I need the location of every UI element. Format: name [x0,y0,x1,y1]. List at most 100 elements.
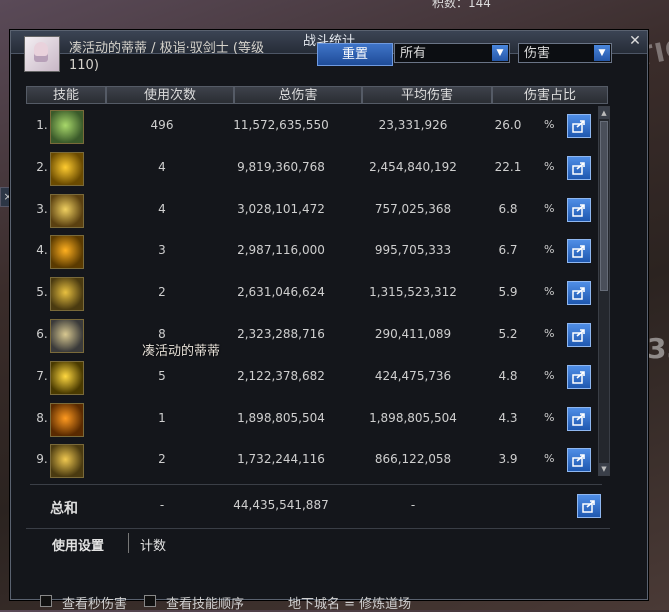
metric-dropdown-value: 伤害 [524,46,551,61]
combo-green-icon[interactable] [50,110,84,144]
reset-button[interactable]: 重置 [317,43,393,66]
row-share-button[interactable] [567,114,591,138]
row-index: 2. [36,159,48,174]
scroll-up-icon[interactable]: ▲ [599,107,609,119]
row-index: 3. [36,201,48,216]
table-row: 9. 2 1,732,244,116 866,122,058 3.9% [26,440,596,482]
row-total-damage: 1,898,805,504 [237,410,325,425]
filter-dropdown-value: 所有 [400,46,427,61]
row-damage-share: 26.0 [494,118,522,132]
row-average-damage: 995,705,333 [374,243,452,258]
row-total-damage: 11,572,635,550 [233,118,329,132]
row-share-button[interactable] [567,406,591,431]
row-share-button[interactable] [567,155,591,180]
row-share-button[interactable] [567,239,591,264]
wave-slash-icon[interactable] [50,444,84,479]
row-damage-share: 4.3 [498,410,518,425]
row-average-damage: 2,454,840,192 [369,159,457,174]
filter-dropdown[interactable]: 所有 ▼ [394,43,510,63]
column-header-share[interactable]: 伤害占比 [492,86,608,104]
bottom-tabs: 使用设置 计数 [26,528,610,557]
scroll-thumb[interactable] [600,121,608,291]
row-uses: 2 [158,285,166,300]
row-index: 4. [36,243,48,258]
percent-sign: % [544,201,555,215]
column-header-average[interactable]: 平均伤害 [362,86,492,104]
metric-dropdown[interactable]: 伤害 ▼ [518,43,612,63]
skill-order-checkbox-label: 查看技能顺序 [166,597,245,612]
row-damage-share: 5.9 [498,285,518,300]
table-row: 6. 8 2,323,288,716 290,411,089 5.2% [26,315,596,357]
row-total-damage: 2,122,378,682 [237,368,325,383]
row-average-damage: 1,898,805,504 [369,410,457,425]
row-total-damage: 3,028,101,472 [237,201,325,216]
row-uses: 496 [150,118,174,132]
table-row: 2. 4 9,819,360,768 2,454,840,192 22.1% [26,148,596,190]
share-icon [572,412,585,426]
totals-label: 总和 [50,501,78,517]
skill-order-checkbox[interactable] [144,595,156,607]
row-index: 5. [36,285,48,300]
row-damage-share: 3.9 [498,452,518,467]
row-index: 7. [36,368,48,383]
row-average-damage: 866,122,058 [374,452,452,467]
row-index: 1. [36,118,48,132]
table-divider [30,484,602,485]
skill-table-body: 凑活动的蒂蒂 1. 496 11,572,635,550 23,331,926 26.0… [26,106,596,479]
row-total-damage: 2,323,288,716 [237,327,325,341]
burst-yellow-icon[interactable] [50,151,84,186]
column-header-skill[interactable]: 技能 [26,86,106,104]
row-uses: 4 [158,201,166,216]
percent-sign: % [544,452,555,466]
row-share-button[interactable] [567,197,591,222]
column-header-uses[interactable]: 使用次数 [106,86,234,104]
percent-sign: % [544,410,555,424]
percent-sign: % [544,285,555,299]
footer-bar: 查看秒伤害 查看技能顺序 地下城名 = 修炼道场 [36,591,656,612]
row-total-damage: 9,819,360,768 [237,159,325,174]
table-row: 3. 4 3,028,101,472 757,025,368 6.8% [26,190,596,232]
percent-sign: % [544,368,555,382]
share-icon [572,161,585,175]
column-header-total[interactable]: 总伤害 [234,86,362,104]
lightning-slash-icon[interactable] [50,360,84,395]
row-share-button[interactable] [567,364,591,389]
row-share-button[interactable] [567,323,591,347]
row-average-damage: 757,025,368 [374,201,452,216]
dps-checkbox[interactable] [40,595,52,607]
crescent-slash-icon[interactable] [50,235,84,270]
share-icon [572,454,585,468]
share-icon [582,500,595,513]
row-uses: 4 [158,159,166,174]
table-row: 4. 3 2,987,116,000 995,705,333 6.7% [26,231,596,273]
chevron-down-icon[interactable]: ▼ [594,45,610,61]
wind-slash-icon[interactable] [50,319,84,353]
table-row: 5. 2 2,631,046,624 1,315,523,312 5.9% [26,273,596,315]
table-scrollbar[interactable]: ▲ ▼ [598,106,610,476]
row-damage-share: 6.8 [498,201,518,216]
percent-sign: % [544,243,555,257]
row-uses: 1 [158,410,166,425]
cross-sword-icon[interactable] [50,277,84,312]
tab-count[interactable]: 计数 [140,535,166,554]
share-icon [572,120,585,133]
row-damage-share: 4.8 [498,368,518,383]
scroll-down-icon[interactable]: ▼ [599,463,609,475]
share-icon [572,203,585,217]
percent-sign: % [544,327,555,340]
star-slash-icon[interactable] [50,193,84,228]
row-share-button[interactable] [567,448,591,473]
close-icon[interactable]: ✕ [627,33,643,49]
row-share-button[interactable] [567,281,591,306]
percent-sign: % [544,159,555,173]
chevron-down-icon[interactable]: ▼ [492,45,508,61]
flame-sword-icon[interactable] [50,402,84,437]
dps-checkbox-label: 查看秒伤害 [62,597,128,612]
totals-share-button[interactable] [577,494,601,518]
avatar [24,36,60,72]
percent-sign: % [544,118,555,131]
row-average-damage: 290,411,089 [374,327,452,341]
tab-usage-settings[interactable]: 使用设置 [52,535,104,554]
totals-uses: - [159,498,165,512]
row-total-damage: 1,732,244,116 [237,452,325,467]
